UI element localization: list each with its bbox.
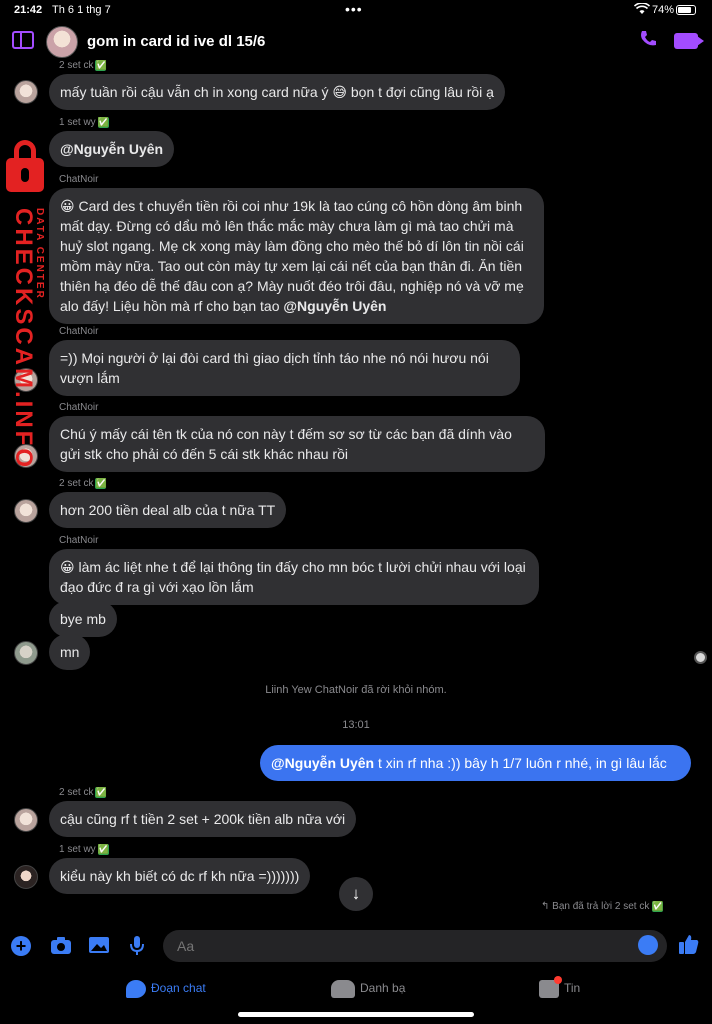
my-message-bubble[interactable]: @Nguyễn Uyên t xin rf nha :)) bây h 1/7 … <box>260 745 691 781</box>
verified-check-icon: ✅ <box>652 901 664 912</box>
sender-label: ChatNoir <box>59 402 99 413</box>
sender-name: 1 set wy <box>59 117 96 128</box>
watermark: CHECKSCAM.INFO DATA CENTER <box>9 208 45 488</box>
reply-arrow-icon: ↰ <box>541 901 553 912</box>
sender-label: ChatNoir <box>59 326 99 337</box>
message-bubble[interactable]: Chú ý mấy cái tên tk của nó con này t đế… <box>49 416 545 472</box>
message-bubble[interactable]: mn <box>49 634 91 670</box>
avatar[interactable] <box>14 865 38 889</box>
sender-name: 2 set ck <box>59 478 94 489</box>
sender-label: 1 set wy ✅ <box>59 117 109 128</box>
reply-note-text: Bạn đã trả lời 2 set ck <box>552 901 650 912</box>
verified-check-icon: ✅ <box>95 478 107 489</box>
avatar[interactable] <box>14 808 38 832</box>
camera-icon[interactable] <box>50 935 72 957</box>
emoji-icon[interactable] <box>638 935 658 955</box>
home-indicator[interactable] <box>238 1012 474 1017</box>
chat-bubble-icon <box>126 980 146 998</box>
watermark-subtext: DATA CENTER <box>34 208 45 300</box>
sender-name: 1 set wy <box>59 844 96 855</box>
verified-check-icon: ✅ <box>95 60 107 71</box>
sender-label: ChatNoir <box>59 174 99 185</box>
tab-chats[interactable]: Đoạn chat <box>126 980 206 998</box>
message-bubble[interactable]: @Nguyễn Uyên <box>49 131 175 167</box>
verified-check-icon: ✅ <box>97 117 109 128</box>
mention[interactable]: @Nguyễn Uyên <box>271 755 374 771</box>
sender-name: 2 set ck <box>59 60 94 71</box>
plus-icon[interactable]: + <box>11 936 31 956</box>
tab-label: Đoạn chat <box>151 981 206 996</box>
tab-stories[interactable]: Tin <box>539 976 581 998</box>
message-list[interactable]: 2 set ck ✅ mấy tuần rồi cậu vẫn ch in xon… <box>0 0 712 1024</box>
message-text: 😀 Card des t chuyển tiền rồi coi như 19k… <box>60 198 524 314</box>
message-bubble[interactable]: =)) Mọi người ở lại đòi card thì giao dị… <box>49 340 520 396</box>
mention[interactable]: @Nguyễn Uyên <box>283 298 386 314</box>
message-composer: + <box>0 926 712 966</box>
microphone-icon[interactable] <box>126 935 148 957</box>
left-group-notice: Liinh Yew ChatNoir đã rời khỏi nhóm. <box>265 684 447 696</box>
reply-note: ↰ Bạn đã trả lời 2 set ck ✅ <box>541 901 663 912</box>
scroll-indicator[interactable] <box>694 651 707 664</box>
message-bubble[interactable]: 😀 làm ác liệt nhe t để lại thông tin đấy… <box>49 549 539 605</box>
gallery-icon[interactable] <box>88 935 110 957</box>
sender-label: 2 set ck ✅ <box>59 787 107 798</box>
message-bubble[interactable]: hơn 200 tiền deal alb của t nữa TT <box>49 492 287 528</box>
verified-check-icon: ✅ <box>95 787 107 798</box>
message-bubble[interactable]: bye mb <box>49 601 117 637</box>
sender-label: 1 set wy ✅ <box>59 844 109 855</box>
message-text: t xin rf nha :)) bây h 1/7 luôn r nhé, i… <box>374 755 667 771</box>
lock-icon <box>3 140 47 192</box>
tab-contacts[interactable]: Danh bạ <box>331 980 405 998</box>
sender-label: ChatNoir <box>59 535 99 546</box>
sender-label: 2 set ck ✅ <box>59 478 107 489</box>
sender-label: 2 set ck ✅ <box>59 60 107 71</box>
message-bubble[interactable]: cậu cũng rf t tiền 2 set + 200k tiền alb… <box>49 801 357 837</box>
sender-name: 2 set ck <box>59 787 94 798</box>
thumbs-up-icon[interactable] <box>678 933 700 955</box>
scroll-down-button[interactable]: ↓ <box>339 877 373 911</box>
people-icon <box>331 980 355 998</box>
message-bubble[interactable]: 😀 Card des t chuyển tiền rồi coi như 19k… <box>49 188 544 324</box>
message-bubble[interactable]: mấy tuần rồi cậu vẫn ch in xong card nữa… <box>49 74 505 110</box>
watermark-text: CHECKSCAM.INFO <box>10 208 37 470</box>
avatar[interactable] <box>14 80 38 104</box>
tab-label: Danh bạ <box>360 981 406 996</box>
timestamp: 13:01 <box>342 719 370 731</box>
tab-label: Tin <box>564 981 581 996</box>
message-bubble[interactable]: kiểu này kh biết có dc rf kh nữa =))))))… <box>49 858 311 894</box>
stories-icon <box>539 976 562 998</box>
verified-check-icon: ✅ <box>97 844 109 855</box>
message-input[interactable] <box>163 930 667 962</box>
avatar[interactable] <box>14 499 38 523</box>
avatar[interactable] <box>14 641 38 665</box>
